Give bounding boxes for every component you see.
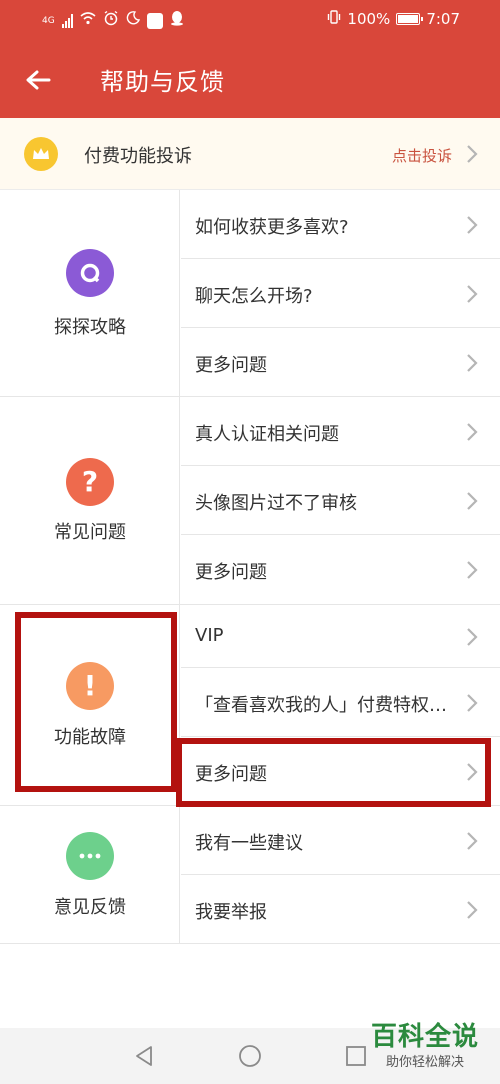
chevron-right-icon <box>467 901 478 919</box>
chevron-right-icon <box>467 694 478 712</box>
category-malfunction[interactable]: ! 功能故障 <box>0 605 180 805</box>
signal-icon <box>61 14 73 28</box>
status-left: 4G <box>42 10 184 32</box>
item-label: 聊天怎么开场? <box>195 286 313 307</box>
category-feedback[interactable]: 意见反馈 <box>0 806 180 943</box>
complaint-label: 付费功能投诉 <box>84 146 192 167</box>
more-dots-icon <box>66 832 114 880</box>
category-label: 意见反馈 <box>54 897 126 918</box>
item-label: 真人认证相关问题 <box>195 424 339 445</box>
chevron-right-icon <box>467 832 478 850</box>
category-guide[interactable]: 探探攻略 <box>0 190 180 396</box>
wifi-icon <box>80 11 96 31</box>
watermark-subtitle: 助你轻松解决 <box>385 1055 464 1070</box>
item-label: 更多问题 <box>195 764 267 785</box>
list-item[interactable]: 更多问题 <box>181 535 500 605</box>
app-notification-icon <box>146 13 163 29</box>
section-guide: 探探攻略 如何收获更多喜欢? 聊天怎么开场? 更多问题 <box>0 190 500 397</box>
battery-percent: 100% <box>347 10 391 28</box>
section-malfunction: ! 功能故障 VIP 「查看喜欢我的人」付费特权的使用 更多问题 <box>0 605 500 806</box>
list-item[interactable]: 如何收获更多喜欢? <box>181 190 500 259</box>
chevron-right-icon <box>467 145 478 163</box>
app-header: 帮助与反馈 <box>0 40 500 118</box>
qq-icon <box>170 10 184 32</box>
moon-icon <box>126 11 140 31</box>
item-label: 我有一些建议 <box>195 833 303 854</box>
nav-back-icon[interactable] <box>132 1044 156 1068</box>
item-label: 更多问题 <box>195 562 267 583</box>
item-label: VIP <box>195 625 224 646</box>
list-item[interactable]: 头像图片过不了审核 <box>181 466 500 535</box>
list-item[interactable]: 更多问题 <box>181 328 500 397</box>
item-label: 头像图片过不了审核 <box>195 493 357 514</box>
crown-icon <box>24 137 58 171</box>
item-label: 如何收获更多喜欢? <box>195 217 349 238</box>
list-item[interactable]: 聊天怎么开场? <box>181 259 500 328</box>
status-right: 100% 7:07 <box>327 9 460 29</box>
page-title: 帮助与反馈 <box>100 68 225 96</box>
section-faq: ? 常见问题 真人认证相关问题 头像图片过不了审核 更多问题 <box>0 397 500 605</box>
list-item[interactable]: 「查看喜欢我的人」付费特权的使用 <box>181 668 500 737</box>
category-faq[interactable]: ? 常见问题 <box>0 397 180 604</box>
list-item[interactable]: 更多问题 <box>181 737 500 806</box>
chevron-right-icon <box>467 423 478 441</box>
list-item[interactable]: 真人认证相关问题 <box>181 397 500 466</box>
list-item[interactable]: VIP <box>181 605 500 668</box>
category-label: 探探攻略 <box>54 317 126 338</box>
question-icon: ? <box>66 458 114 506</box>
chevron-right-icon <box>467 628 478 646</box>
watermark-title: 百科全说 <box>370 1022 479 1052</box>
status-bar: 4G 100% 7:07 <box>0 0 500 40</box>
category-label: 功能故障 <box>54 727 126 748</box>
category-label: 常见问题 <box>54 522 126 543</box>
battery-icon <box>396 13 424 25</box>
nav-home-icon[interactable] <box>238 1044 262 1068</box>
complaint-action-link[interactable]: 点击投诉 <box>392 145 452 166</box>
item-label: 我要举报 <box>195 902 267 923</box>
watermark-logo: 百科全说 助你轻松解决 <box>364 1020 486 1080</box>
section-feedback: 意见反馈 我有一些建议 我要举报 <box>0 806 500 944</box>
chevron-right-icon <box>467 354 478 372</box>
list-item[interactable]: 我要举报 <box>181 875 500 944</box>
network-type: 4G <box>42 16 55 26</box>
status-time: 7:07 <box>426 10 460 28</box>
chevron-right-icon <box>467 492 478 510</box>
paid-complaint-row[interactable]: 付费功能投诉 点击投诉 <box>0 118 500 190</box>
list-item[interactable]: 我有一些建议 <box>181 806 500 875</box>
item-label: 更多问题 <box>195 355 267 376</box>
back-arrow-icon <box>26 70 51 90</box>
item-label: 「查看喜欢我的人」付费特权的使用 <box>195 695 455 716</box>
chevron-right-icon <box>467 216 478 234</box>
guide-icon <box>66 249 114 297</box>
chevron-right-icon <box>467 561 478 579</box>
exclamation-icon: ! <box>66 662 114 710</box>
vibrate-icon <box>327 9 341 29</box>
chevron-right-icon <box>467 285 478 303</box>
back-button[interactable] <box>18 60 58 100</box>
chevron-right-icon <box>467 763 478 781</box>
alarm-icon <box>103 10 119 32</box>
